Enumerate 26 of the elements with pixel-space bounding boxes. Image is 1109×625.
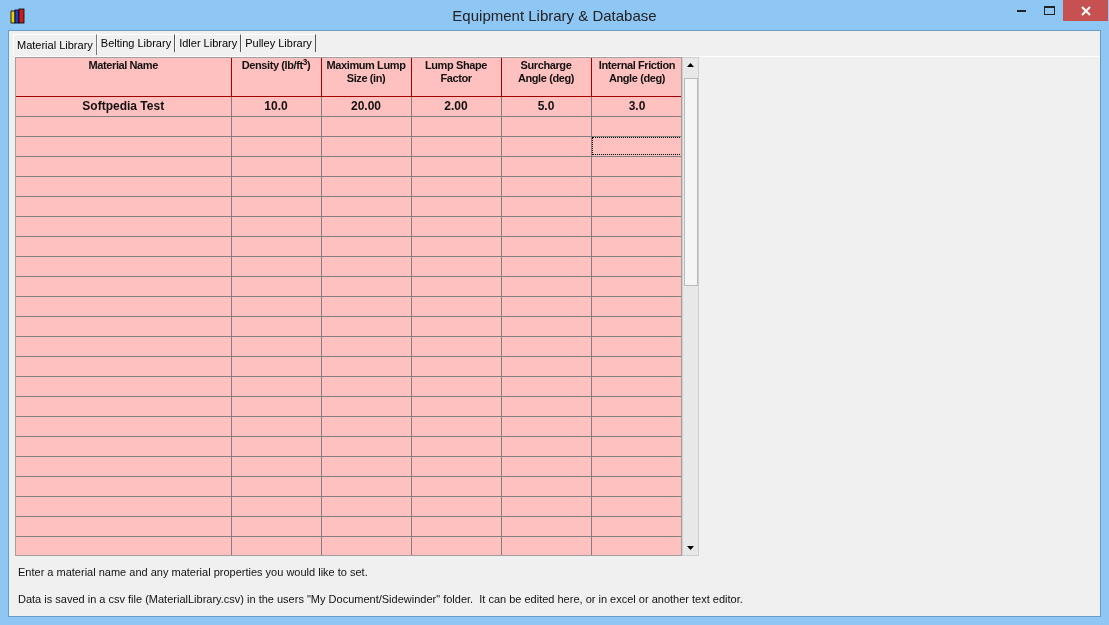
column-header: Density (lb/ft$^{3}$) bbox=[231, 58, 321, 96]
scroll-down-arrow-icon[interactable] bbox=[687, 546, 694, 550]
tab[interactable]: Belting Library bbox=[96, 34, 176, 52]
column-header: Maximum Lump Size (in) bbox=[321, 58, 411, 96]
scroll-up-arrow-icon[interactable] bbox=[687, 63, 694, 67]
table-cell: Softpedia Test bbox=[16, 96, 231, 116]
column-header: Surcharge Angle (deg) bbox=[501, 58, 591, 96]
minimize-icon bbox=[1016, 8, 1026, 12]
column-header: Material Name bbox=[16, 58, 231, 96]
close-icon bbox=[1080, 5, 1091, 16]
maximize-icon bbox=[1043, 5, 1055, 15]
tab[interactable]: Idler Library bbox=[175, 34, 242, 52]
vertical-scrollbar[interactable] bbox=[682, 57, 699, 556]
help-text: Data is saved in a csv file (MaterialLibrary.csv) in the users "My Document/Sidewinder" folder. It can be edited here, or in excel or another text editor. bbox=[18, 591, 744, 607]
help-text: Enter a material name and any material properties you would like to set. bbox=[18, 565, 369, 580]
table-cell: 20.00 bbox=[321, 96, 411, 116]
close-button[interactable] bbox=[1063, 0, 1108, 21]
table-cell: 10.0 bbox=[231, 96, 321, 116]
window-title: Equipment Library & Database bbox=[451, 6, 658, 26]
column-header: Lump Shape Factor bbox=[411, 58, 501, 96]
table-cell: 2.00 bbox=[411, 96, 501, 116]
books-icon bbox=[10, 8, 26, 24]
tab[interactable]: Material Library bbox=[13, 34, 97, 55]
scrollbar-thumb[interactable] bbox=[683, 78, 698, 286]
tab[interactable]: Pulley Library bbox=[241, 34, 316, 52]
table-cell: 5.0 bbox=[501, 96, 591, 116]
